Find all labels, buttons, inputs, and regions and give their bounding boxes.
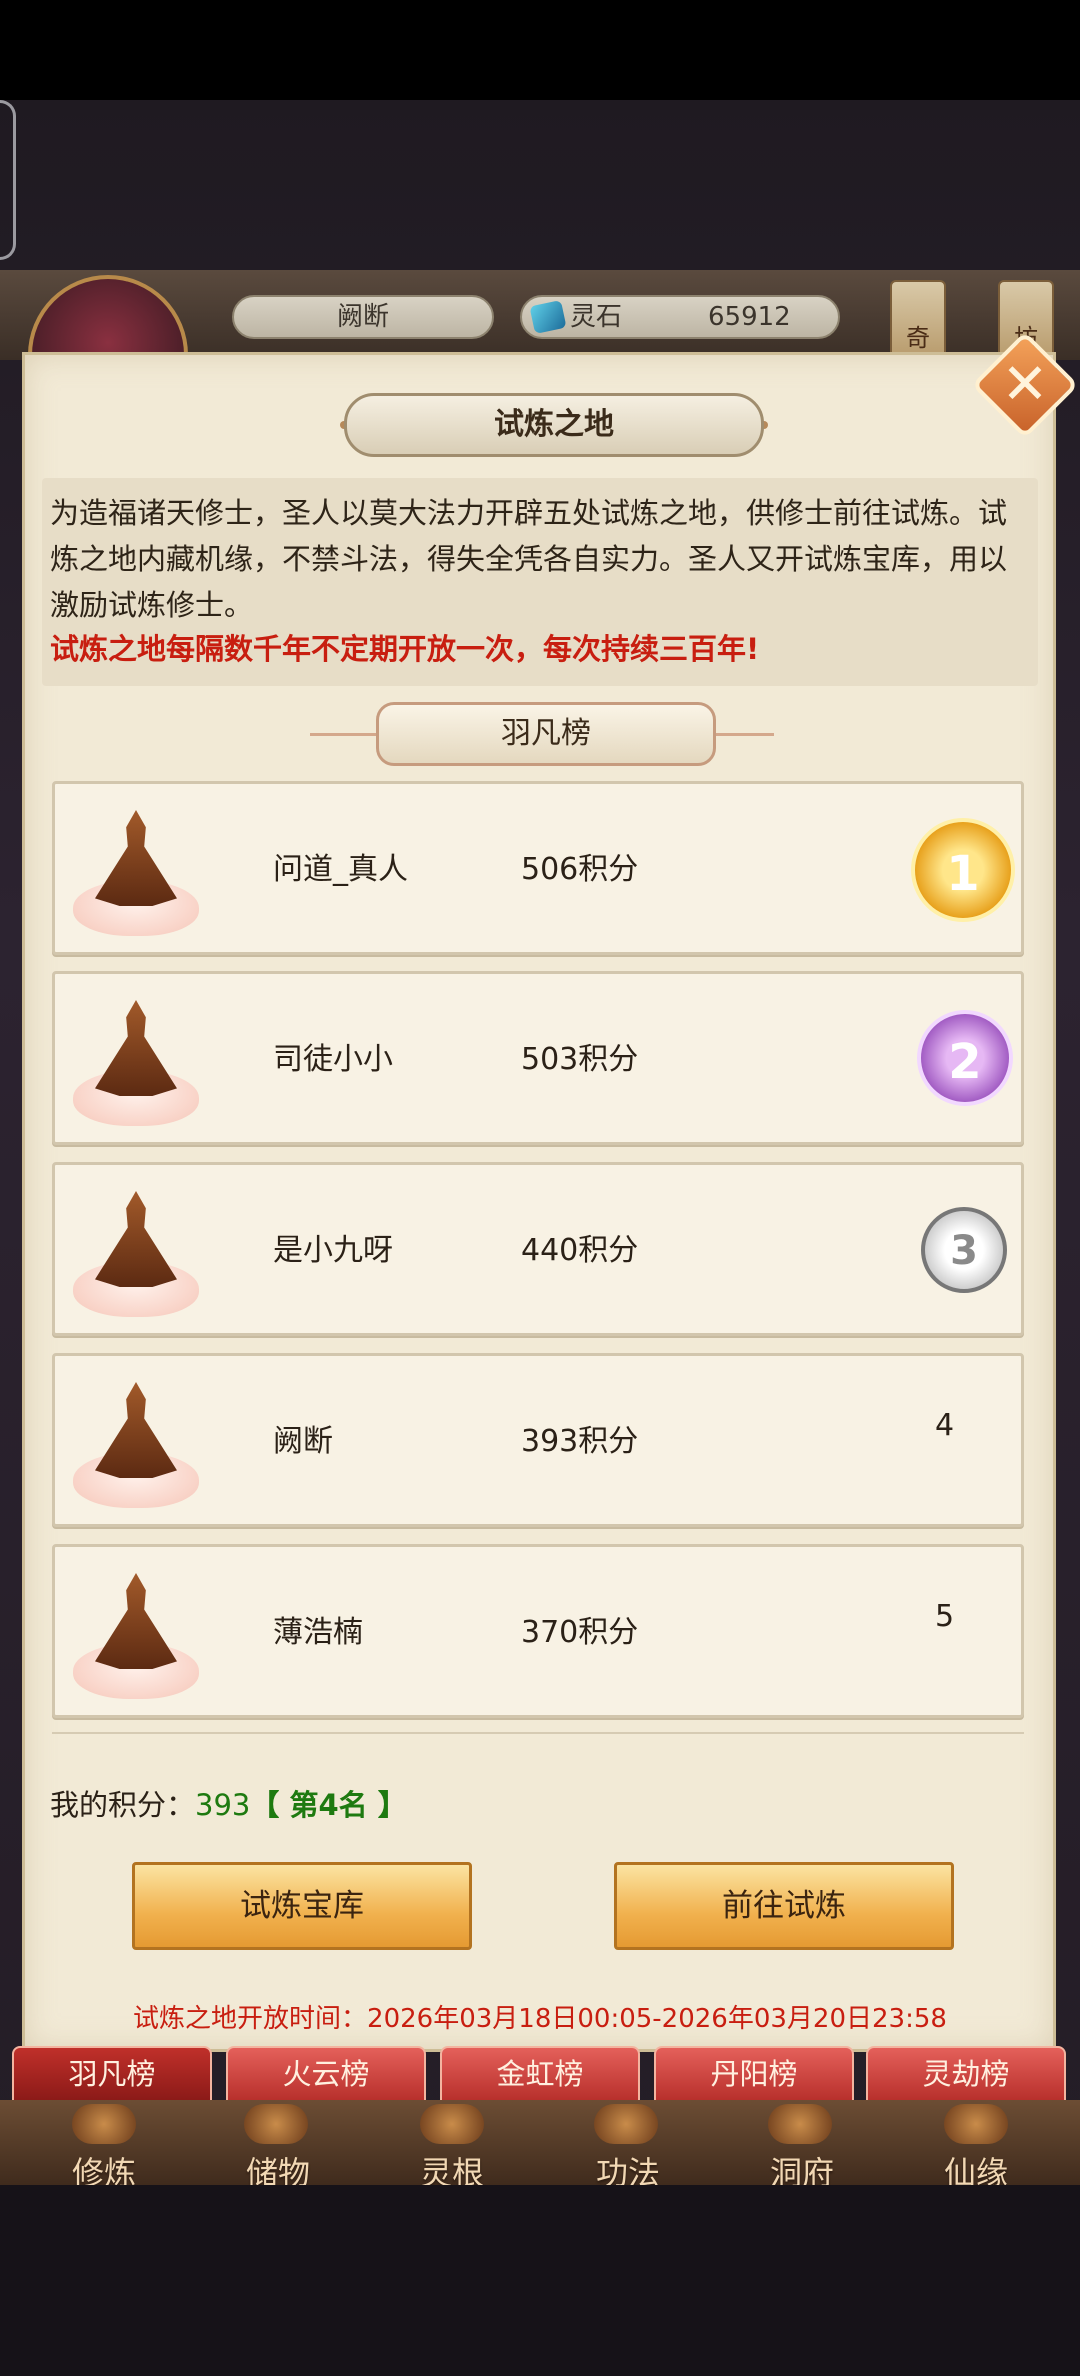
tab-danyang[interactable]: 丹阳榜 [654, 2046, 854, 2102]
go-trial-button[interactable]: 前往试炼 [614, 1862, 954, 1950]
side-button-qi[interactable]: 奇 [890, 280, 946, 360]
cultivate-icon [72, 2104, 136, 2144]
tab-yufan[interactable]: 羽凡榜 [12, 2046, 212, 2102]
ranking-row[interactable]: 问道_真人 506积分 1 [52, 781, 1024, 955]
spirit-stone-icon [529, 299, 567, 335]
rank-1-medal-icon: 1 [911, 818, 1015, 922]
storage-icon [244, 2104, 308, 2144]
ranking-name: 阙断 [273, 1424, 333, 1459]
tab-jinhong[interactable]: 金虹榜 [440, 2046, 640, 2102]
description-text: 为造福诸天修士，圣人以莫大法力开辟五处试炼之地，供修士前往试炼。试炼之地内藏机缘… [50, 496, 1008, 622]
rank-2-medal-icon: 2 [917, 1010, 1013, 1106]
my-rank: 【 第4名 】 [250, 1788, 407, 1822]
tab-huoyun[interactable]: 火云榜 [226, 2046, 426, 2102]
ranking-score: 503积分 [521, 1042, 639, 1077]
ranking-score: 440积分 [521, 1233, 639, 1268]
ranking-name: 薄浩楠 [273, 1615, 363, 1650]
ranking-number: 5 [935, 1599, 955, 1634]
notice-text: 试炼之地每隔数千年不定期开放一次，每次持续三百年! [50, 632, 760, 666]
spirit-stone-counter: 灵石 65912 [520, 295, 840, 339]
ranking-row[interactable]: 是小九呀 440积分 3 [52, 1162, 1024, 1336]
tab-lingjie[interactable]: 灵劫榜 [866, 2046, 1066, 2102]
ranking-row[interactable]: 薄浩楠 370积分 5 [52, 1544, 1024, 1718]
ranking-row[interactable]: 司徒小小 503积分 2 [52, 971, 1024, 1145]
rank-3-medal-icon: 3 [921, 1207, 1007, 1293]
ranking-tabs: 羽凡榜 火云榜 金虹榜 丹阳榜 灵劫榜 [0, 2046, 1080, 2106]
bottom-area [0, 2185, 1080, 2376]
resource-label: 灵石 [570, 302, 623, 332]
player-avatar-icon [69, 990, 203, 1130]
ranking-score: 506积分 [521, 852, 639, 887]
player-name: 阙断 [232, 295, 494, 339]
side-drawer-handle[interactable] [0, 100, 16, 260]
treasury-button[interactable]: 试炼宝库 [132, 1862, 472, 1950]
technique-icon [594, 2104, 658, 2144]
cave-icon [768, 2104, 832, 2144]
ranking-number: 4 [935, 1408, 955, 1443]
ranking-name: 问道_真人 [273, 852, 408, 887]
ranking-title: 羽凡榜 [376, 702, 716, 766]
my-score-label: 我的积分： [50, 1788, 196, 1822]
my-score: 我的积分：393【 第4名 】 [50, 1782, 407, 1824]
close-icon[interactable]: ✕ [987, 347, 1063, 423]
status-bar-area [0, 0, 1080, 100]
ranking-score: 393积分 [521, 1424, 639, 1459]
ranking-row[interactable]: 阙断 393积分 4 [52, 1353, 1024, 1527]
spirit-root-icon [420, 2104, 484, 2144]
list-divider [52, 1732, 1024, 1734]
my-score-value: 393 [195, 1788, 251, 1822]
player-avatar-icon [69, 1563, 203, 1703]
ranking-name: 是小九呀 [273, 1233, 393, 1268]
resource-value: 65912 [708, 302, 791, 332]
page-title: 试炼之地 [344, 393, 764, 457]
player-avatar-icon [69, 1181, 203, 1321]
ranking-score: 370积分 [521, 1615, 639, 1650]
open-time-text: 试炼之地开放时间：2026年03月18日00:05-2026年03月20日23:… [133, 2004, 947, 2034]
player-avatar-icon [69, 800, 203, 940]
player-avatar-icon [69, 1372, 203, 1512]
ranking-name: 司徒小小 [273, 1042, 393, 1077]
fate-icon [944, 2104, 1008, 2144]
